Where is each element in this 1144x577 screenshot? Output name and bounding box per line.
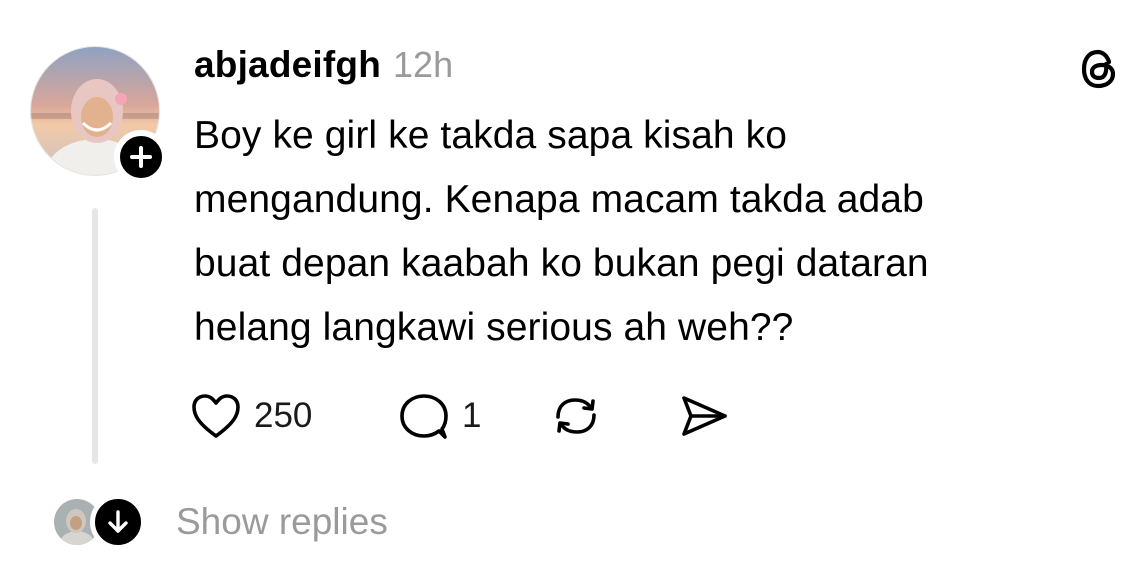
- repost-button[interactable]: [550, 391, 678, 441]
- reply-count: 1: [462, 396, 482, 435]
- threads-logo-icon[interactable]: [1076, 46, 1122, 92]
- show-replies-row[interactable]: Show replies: [54, 494, 388, 550]
- show-replies-link[interactable]: Show replies: [176, 501, 388, 543]
- post-text-line: Boy ke girl ke takda sapa kisah ko: [194, 114, 788, 157]
- send-icon: [682, 396, 727, 436]
- heart-icon: [192, 394, 240, 438]
- repost-icon: [556, 398, 596, 434]
- arrow-down-icon: [108, 510, 128, 533]
- reply-avatars: [54, 494, 150, 550]
- post-text-line: mengandung. Kenapa macam takda adab: [194, 178, 924, 221]
- follow-button[interactable]: [114, 130, 168, 184]
- thread-post: abjadeifgh 12h Boy ke girl ke takda sapa…: [0, 0, 1144, 577]
- action-bar: 250 1: [190, 388, 730, 444]
- like-button[interactable]: 250: [190, 392, 398, 440]
- reply-button[interactable]: 1: [398, 391, 550, 441]
- thread-line: [92, 208, 98, 464]
- share-button[interactable]: [678, 391, 730, 441]
- post-header: abjadeifgh 12h: [194, 44, 453, 96]
- plus-icon: [130, 146, 152, 168]
- username[interactable]: abjadeifgh: [194, 44, 381, 86]
- expand-replies-button[interactable]: [90, 494, 146, 550]
- like-count: 250: [254, 396, 313, 435]
- timestamp: 12h: [393, 44, 454, 85]
- post-text-line: helang langkawi serious ah weh??: [194, 306, 794, 349]
- speech-bubble-icon: [400, 394, 448, 439]
- author-avatar-container: [30, 46, 168, 184]
- post-body: Boy ke girl ke takda sapa kisah ko menga…: [194, 104, 1094, 360]
- post-text-line: buat depan kaabah ko bukan pegi dataran: [194, 242, 929, 285]
